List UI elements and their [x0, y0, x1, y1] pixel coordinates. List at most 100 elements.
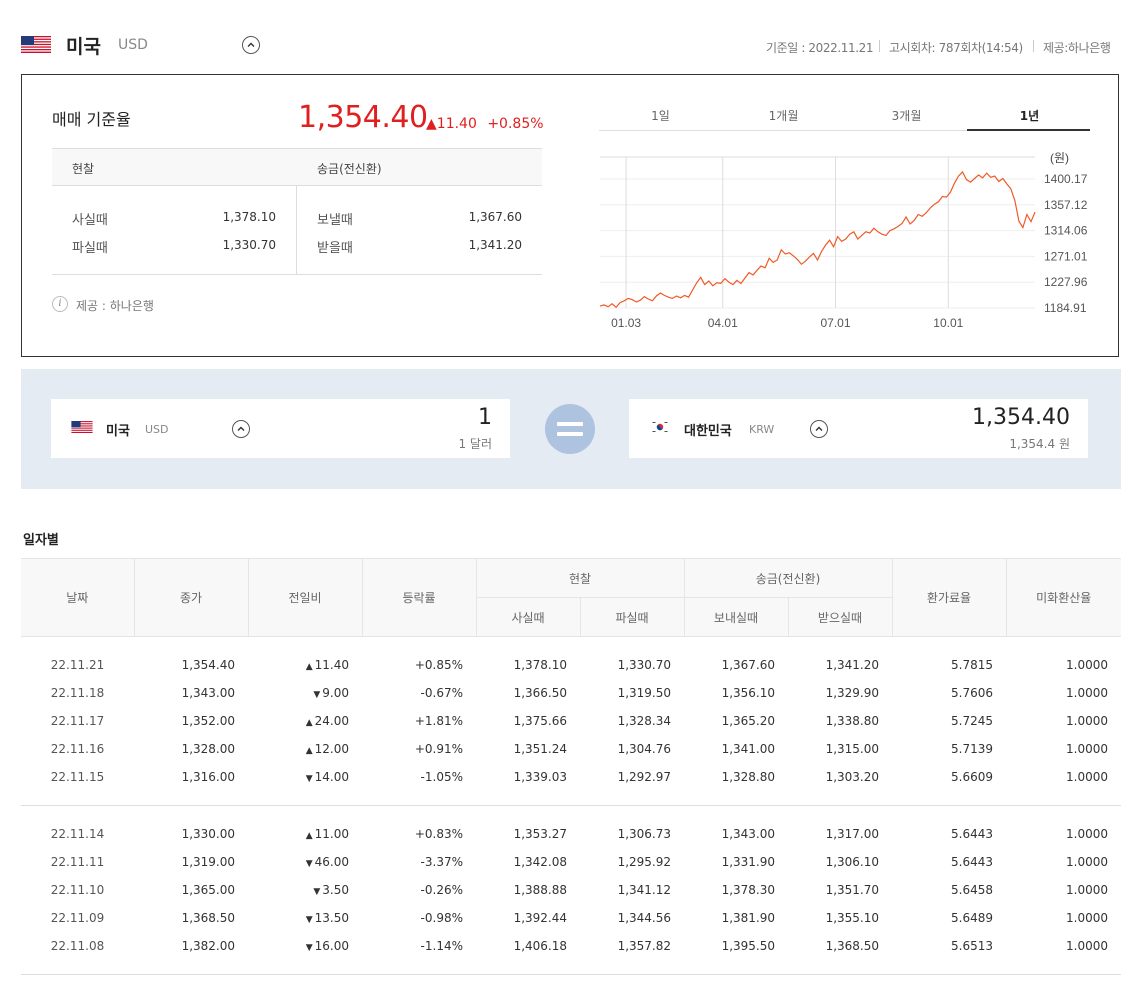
remit-send-cell: 1,395.50 — [721, 939, 775, 953]
y-tick-label: 1227.96 — [1044, 275, 1088, 289]
table-row: 22.11.16 1,328.00 12.00 +0.91% 1,351.24 1,304… — [21, 735, 1121, 763]
us-flag-icon — [21, 36, 51, 53]
to-country: 대한민국 — [684, 424, 732, 439]
up-arrow-icon — [306, 714, 315, 728]
divider — [52, 274, 542, 275]
usd-rate-cell: 1.0000 — [1066, 714, 1108, 728]
rate-cell: +0.85% — [414, 658, 463, 672]
cash-buy-label: 사실때 — [72, 213, 108, 228]
col-date: 날짜 — [21, 558, 135, 637]
up-arrow-icon — [306, 742, 315, 756]
base-rate-change: ▲11.40 +0.85% — [426, 116, 544, 132]
cash-buy-cell: 1,378.10 — [513, 658, 567, 672]
tab-1day[interactable]: 1일 — [599, 107, 722, 124]
rate-cell: +0.83% — [414, 827, 463, 841]
close-cell: 1,382.00 — [181, 939, 235, 953]
table-header-bg — [52, 149, 542, 185]
diff-amount: 11.00 — [314, 827, 349, 841]
cash-buy-cell: 1,388.88 — [513, 883, 567, 897]
cash-buy-cell: 1,353.27 — [513, 827, 567, 841]
cash-buy-cell: 1,342.08 — [513, 855, 567, 869]
usd-rate-cell: 1.0000 — [1066, 855, 1108, 869]
down-arrow-icon — [306, 855, 315, 869]
diff-amount: 12.00 — [314, 742, 349, 756]
table-row: 22.11.17 1,352.00 24.00 +1.81% 1,375.66 1,328… — [21, 707, 1121, 735]
remit-send-cell: 1,365.20 — [721, 714, 775, 728]
remit-send-cell: 1,367.60 — [721, 658, 775, 672]
close-cell: 1,330.00 — [181, 827, 235, 841]
close-cell: 1,328.00 — [181, 742, 235, 756]
diff-cell: 24.00 — [248, 707, 362, 735]
col-remit-send: 보내실때 — [683, 597, 789, 637]
currency-toggle-button[interactable] — [242, 36, 260, 54]
from-amount-sub: 1 달러 — [458, 437, 492, 451]
close-cell: 1,365.00 — [181, 883, 235, 897]
up-arrow-icon — [306, 827, 315, 841]
to-code: KRW — [749, 423, 775, 436]
date-cell: 22.11.09 — [50, 911, 105, 925]
remit-recv-cell: 1,355.10 — [825, 911, 879, 925]
close-cell: 1,368.50 — [181, 911, 235, 925]
cash-sell-cell: 1,304.76 — [617, 742, 671, 756]
group-bottom-spacer — [21, 791, 1121, 806]
group-spacer-cell — [21, 805, 1121, 820]
diff-amount: 16.00 — [314, 939, 349, 953]
tab-3month[interactable]: 3개월 — [845, 107, 968, 124]
remit-recv-cell: 1,341.20 — [825, 658, 879, 672]
exchange-fee-cell: 5.6443 — [951, 827, 993, 841]
to-currency-dropdown-button[interactable] — [810, 420, 828, 438]
up-arrow-icon: ▲ — [426, 116, 437, 132]
table-row: 22.11.18 1,343.00 9.00 -0.67% 1,366.50 1,319.… — [21, 679, 1121, 707]
exchange-fee-cell: 5.6443 — [951, 855, 993, 869]
from-amount-input[interactable]: 1 — [390, 405, 492, 430]
cash-buy-cell: 1,339.03 — [513, 770, 567, 784]
group-bottom-spacer — [21, 960, 1121, 975]
x-tick-label: 01.03 — [611, 316, 641, 330]
change-percent: +0.85% — [487, 116, 544, 132]
remit-recv-cell: 1,351.70 — [825, 883, 879, 897]
divider — [52, 185, 542, 186]
tab-1month[interactable]: 1개월 — [722, 107, 845, 124]
remit-send-cell: 1,343.00 — [721, 827, 775, 841]
cash-buy-cell: 1,375.66 — [513, 714, 567, 728]
base-date: 기준일 : 2022.11.21 — [766, 41, 874, 55]
date-cell: 22.11.14 — [50, 827, 105, 841]
group-spacer-cell — [21, 637, 1121, 652]
remit-recv-cell: 1,315.00 — [825, 742, 879, 756]
exchange-rate-chart: 1400.17 1357.12 1314.06 1271.01 1227.96 1184.… — [599, 151, 1088, 330]
col-usd-rate: 미화환산율 — [1005, 558, 1121, 637]
date-cell: 22.11.08 — [50, 939, 105, 953]
diff-amount: 9.00 — [322, 686, 349, 700]
cash-header: 현찰 — [72, 162, 95, 176]
col-cash: 현찰 — [475, 558, 685, 598]
tab-1year[interactable]: 1년 — [968, 107, 1091, 124]
chevron-up-icon — [237, 426, 245, 431]
to-amount-input[interactable]: 1,354.40 — [930, 405, 1070, 430]
from-currency-dropdown-button[interactable] — [232, 420, 250, 438]
divider — [879, 40, 880, 52]
divider — [1033, 40, 1034, 52]
table-row: 22.11.15 1,316.00 14.00 -1.05% 1,339.03 1,292… — [21, 763, 1121, 791]
down-arrow-icon — [313, 686, 322, 700]
table-row: 22.11.11 1,319.00 46.00 -3.37% 1,342.08 1,295… — [21, 848, 1121, 876]
tab-underline — [599, 130, 967, 131]
x-tick-label: 04.01 — [708, 316, 738, 330]
col-cash-sell: 파실때 — [579, 597, 685, 637]
down-arrow-icon — [306, 911, 315, 925]
from-code: USD — [145, 423, 169, 436]
col-diff: 전일비 — [247, 558, 363, 637]
cash-sell-cell: 1,292.97 — [617, 770, 671, 784]
date-cell: 22.11.18 — [50, 686, 105, 700]
to-amount-sub: 1,354.4 원 — [1009, 437, 1070, 451]
group-spacer — [21, 637, 1121, 652]
date-cell: 22.11.16 — [50, 742, 105, 756]
diff-amount: 3.50 — [322, 883, 349, 897]
diff-cell: 16.00 — [248, 932, 362, 960]
close-cell: 1,316.00 — [181, 770, 235, 784]
cash-sell-cell: 1,330.70 — [617, 658, 671, 672]
x-tick-label: 07.01 — [821, 316, 851, 330]
cash-sell-cell: 1,344.56 — [617, 911, 671, 925]
cash-sell-cell: 1,306.73 — [617, 827, 671, 841]
usd-rate-cell: 1.0000 — [1066, 686, 1108, 700]
chart-unit-label: (원) — [1050, 151, 1069, 165]
